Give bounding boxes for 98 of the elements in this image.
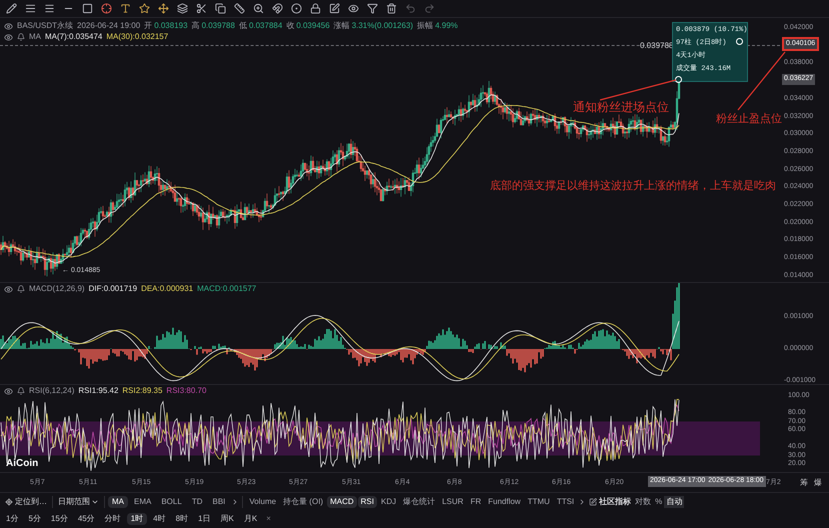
indicator-tab[interactable]: MA [108,496,128,508]
indicator-tab[interactable]: TTSI [554,496,578,508]
annotation-text: 粉丝止盈点位 [716,112,782,127]
indicator-tab[interactable]: 爆仓统计 [400,496,438,508]
indicator-name: RSI(6,12,24) [29,385,74,397]
indicator-tab[interactable]: BBI [208,496,230,508]
circle-handle-icon[interactable] [736,38,743,45]
indicator-tab[interactable]: FR [467,496,484,508]
interval-tab[interactable]: 1分 [2,513,22,525]
crosshair-icon[interactable] [101,3,112,14]
text-icon[interactable] [120,3,131,14]
percent-button[interactable]: % [653,496,664,508]
edit-icon[interactable] [329,3,340,14]
scissors-icon[interactable] [196,3,207,14]
indicator-tab[interactable]: Fundflow [485,496,524,508]
zoom-icon[interactable] [253,3,264,14]
interval-tab[interactable]: 1日 [194,513,215,525]
interval-tab[interactable]: 4时 [149,513,170,525]
candle-time: 2026-06-24 19:00 [77,20,140,32]
auto-scale-button[interactable]: 自动 [664,496,684,508]
ruler-icon[interactable] [234,3,245,14]
chart-toggle[interactable]: 爆 [814,477,822,489]
interval-tab[interactable]: 45分 [74,513,99,525]
field-value: 0.039788 [202,20,235,32]
move-icon[interactable] [158,3,169,14]
interval-tab[interactable]: 15分 [46,513,72,525]
bell-icon[interactable] [17,285,25,293]
indicator-name: MACD(12,26,9) [29,283,85,295]
log-scale-button[interactable]: 对数 [633,496,654,508]
visibility-icon[interactable] [4,386,13,396]
field-label: 收 [286,20,294,32]
field-value: 3.31%(0.001263) [352,20,414,32]
ma-value: MA(7):0.035474 [45,31,102,43]
indicator-tab[interactable]: TD [188,496,206,508]
target-icon[interactable] [291,3,302,14]
rsi-value: RSI2:89.35 [122,385,162,397]
lines-icon[interactable] [25,3,36,14]
indicator-tab[interactable]: Volume [246,496,280,508]
magnet-icon[interactable] [272,3,283,14]
rsi-value: RSI3:80.70 [166,385,206,397]
copy-icon[interactable] [215,3,226,14]
field-value: 0.037884 [248,20,282,32]
bell-icon[interactable] [17,33,25,41]
indicator-tab[interactable]: EMA [130,496,156,508]
annotation-text: 通知粉丝进场点位 [573,99,669,116]
indicator-name: MA [29,31,41,43]
indicator-tab[interactable]: RSI [358,496,377,508]
indicator-tab[interactable]: LSUR [439,496,466,508]
redo-icon[interactable] [424,3,435,14]
rectangle-icon[interactable] [82,3,93,14]
close-button[interactable]: × [263,513,274,525]
annotation-text: 底部的强支撑足以维持这波拉升上涨的情绪，上车就是吃肉 [490,178,776,194]
lock-icon[interactable] [310,3,321,14]
layers-icon[interactable] [177,3,188,14]
rsi-value: RSI1:95.42 [78,385,118,397]
interval-tab[interactable]: 1时 [126,513,148,525]
undo-icon[interactable] [405,3,416,14]
menu-icon[interactable] [44,3,55,14]
bell-icon[interactable] [17,387,25,395]
circle-handle-icon[interactable] [675,76,682,83]
field-value: 4.99% [435,20,458,32]
locate-button[interactable]: 定位到… [0,496,52,508]
visibility-icon[interactable] [4,32,13,42]
field-label: 高 [192,20,200,32]
interval-tab[interactable]: 分时 [100,513,125,525]
field-value: 0.038193 [154,20,188,32]
indicator-tab[interactable]: BOLL [157,496,186,508]
field-label: 开 [144,20,152,32]
interval-tab[interactable]: 周K [216,513,238,525]
field-value: 0.039456 [296,20,330,32]
symbol-pair: BAS/USDT永续 [17,20,74,32]
indicator-tab[interactable]: KDJ [378,496,400,508]
macd-value: DEA:0.000931 [141,283,194,295]
field-label: 低 [238,20,247,32]
eye-icon[interactable] [348,3,359,14]
indicator-tab[interactable]: MACD [327,496,357,508]
community-indicators-button[interactable]: 社区指标 [597,496,634,508]
pencil-icon[interactable] [6,3,17,14]
macd-value: DIF:0.001719 [88,283,138,295]
star-icon[interactable] [139,3,150,14]
interval-tab[interactable]: 8时 [172,513,192,525]
interval-tab[interactable]: 月K [240,513,262,525]
date-range-dropdown[interactable]: 日期范围 [53,496,104,508]
locate-icon [5,498,13,506]
ma-value: MA(30):0.032157 [106,31,168,43]
filter-icon[interactable] [367,3,378,14]
interval-tab[interactable]: 5分 [24,513,45,525]
chart-toggle[interactable]: 筹 [800,477,808,489]
field-label: 涨幅 [334,20,350,32]
logo: AiCoin [6,457,38,471]
macd-value: MACD:0.001577 [197,283,256,295]
trash-icon[interactable] [386,3,397,14]
visibility-icon[interactable] [4,284,13,294]
indicator-tab[interactable]: TTMU [524,496,553,508]
visibility-icon[interactable] [4,22,13,30]
edit-icon[interactable] [589,498,598,506]
field-label: 振幅 [417,20,434,32]
indicator-tab[interactable]: 持仓量 (OI) [280,496,326,508]
